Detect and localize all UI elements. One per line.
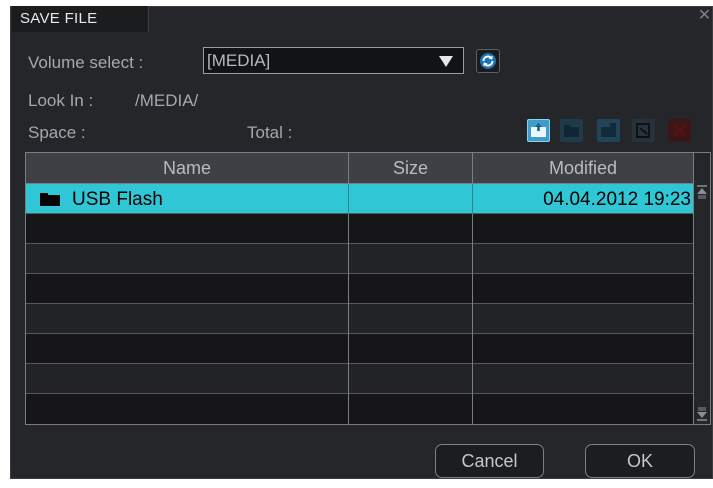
folder-icon bbox=[40, 193, 60, 206]
scroll-top-icon[interactable] bbox=[696, 185, 708, 199]
rename-folder-button[interactable] bbox=[597, 119, 620, 142]
file-name: USB Flash bbox=[72, 189, 163, 210]
chevron-down-icon bbox=[439, 56, 453, 67]
size-cell bbox=[349, 334, 473, 364]
size-cell bbox=[349, 394, 473, 424]
table-header: Name Size Modified bbox=[26, 153, 693, 184]
refresh-icon bbox=[480, 53, 496, 69]
refresh-button[interactable] bbox=[476, 49, 500, 73]
name-cell: USB Flash bbox=[26, 184, 349, 214]
column-header-name[interactable]: Name bbox=[26, 153, 349, 183]
size-cell bbox=[349, 364, 473, 394]
vertical-scrollbar[interactable] bbox=[693, 153, 710, 424]
size-cell bbox=[349, 184, 473, 214]
modified-date: 04.04.2012 19:23 bbox=[543, 189, 691, 210]
total-label: Total : bbox=[247, 123, 293, 142]
size-cell bbox=[349, 304, 473, 334]
ok-button[interactable]: OK bbox=[585, 444, 695, 478]
scroll-bottom-icon[interactable] bbox=[696, 407, 708, 421]
name-cell bbox=[26, 244, 349, 274]
select-button[interactable] bbox=[632, 119, 655, 142]
column-header-size[interactable]: Size bbox=[349, 153, 473, 183]
table-row bbox=[26, 274, 693, 304]
rename-folder-icon bbox=[601, 123, 616, 137]
table-row bbox=[26, 334, 693, 364]
look-in-label: Look In : bbox=[28, 91, 94, 110]
name-cell bbox=[26, 334, 349, 364]
table-row bbox=[26, 304, 693, 334]
modified-cell: 04.04.2012 19:23 bbox=[473, 184, 693, 214]
name-cell bbox=[26, 364, 349, 394]
select-icon bbox=[636, 123, 650, 138]
name-cell bbox=[26, 394, 349, 424]
size-cell bbox=[349, 274, 473, 304]
table-row bbox=[26, 244, 693, 274]
volume-select-label: Volume select : bbox=[28, 53, 144, 72]
volume-select-dropdown[interactable]: [MEDIA] bbox=[203, 47, 464, 74]
dialog-title: SAVE FILE bbox=[20, 10, 98, 27]
look-in-path: /MEDIA/ bbox=[135, 91, 199, 110]
table-row[interactable]: USB Flash 04.04.2012 19:23 bbox=[26, 184, 693, 214]
file-list-table: Name Size Modified USB Flash 04.04.2012 … bbox=[25, 152, 711, 425]
cancel-button[interactable]: Cancel bbox=[435, 444, 544, 478]
column-header-modified[interactable]: Modified bbox=[473, 153, 693, 183]
folder-up-button[interactable] bbox=[527, 119, 550, 142]
space-label: Space : bbox=[28, 123, 86, 142]
folder-up-icon bbox=[531, 123, 546, 137]
table-row bbox=[26, 214, 693, 244]
volume-select-value: [MEDIA] bbox=[207, 51, 271, 70]
size-cell bbox=[349, 214, 473, 244]
table-row bbox=[26, 364, 693, 394]
name-cell bbox=[26, 304, 349, 334]
close-icon[interactable]: ✕ bbox=[696, 6, 713, 26]
new-folder-button[interactable] bbox=[560, 119, 583, 142]
name-cell bbox=[26, 274, 349, 304]
size-cell bbox=[349, 244, 473, 274]
delete-icon bbox=[672, 123, 687, 138]
table-row bbox=[26, 394, 693, 424]
name-cell bbox=[26, 214, 349, 244]
delete-button[interactable] bbox=[668, 119, 691, 142]
new-folder-icon bbox=[564, 125, 579, 137]
